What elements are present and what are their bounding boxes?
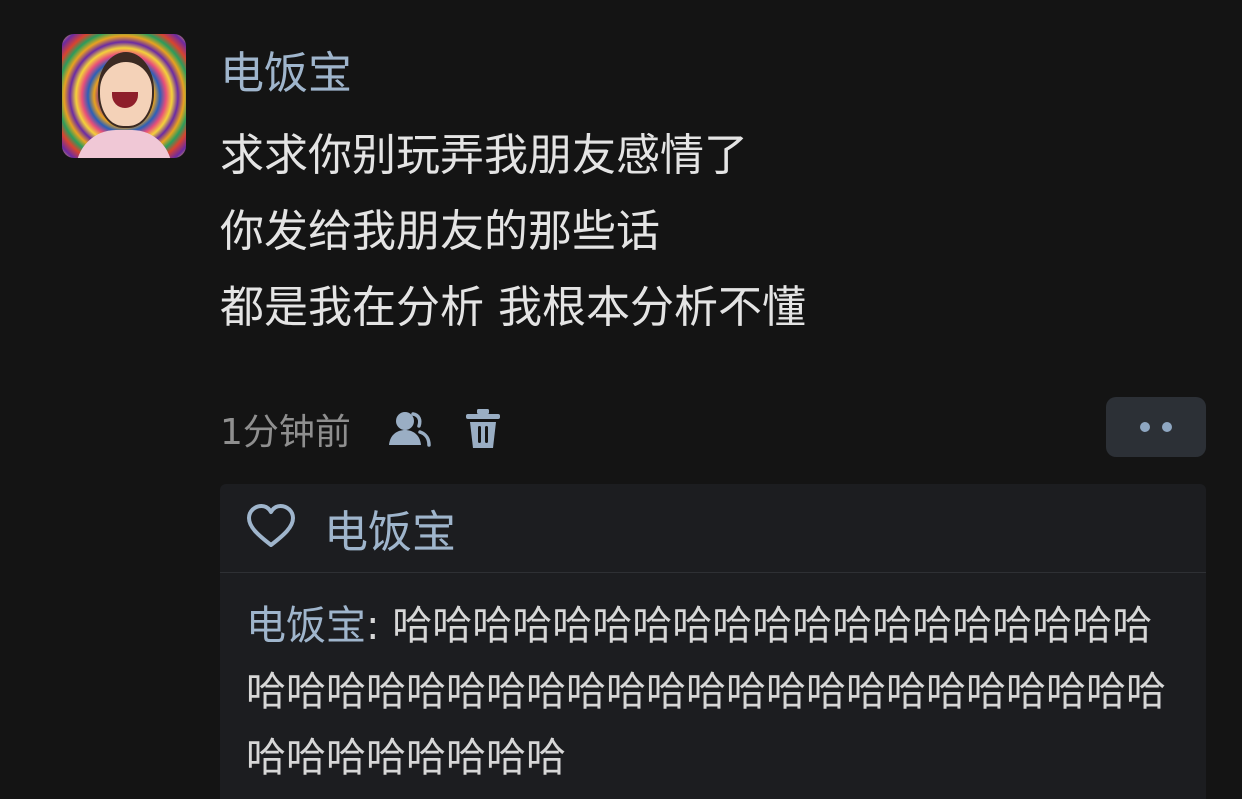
trash-icon[interactable] <box>457 404 509 454</box>
more-dots-icon[interactable] <box>1106 397 1206 457</box>
comment-author[interactable]: 电饭宝 <box>246 603 366 649</box>
heart-icon <box>246 504 296 552</box>
post-timestamp: 1分钟前 <box>220 412 351 453</box>
likes-comments-panel: 电饭宝 电饭宝: 哈哈哈哈哈哈哈哈哈哈哈哈哈哈哈哈哈哈哈哈哈哈哈哈哈哈哈哈哈哈哈… <box>220 484 1206 799</box>
post-username[interactable]: 电饭宝 <box>220 46 352 102</box>
post-line: 都是我在分析 我根本分析不懂 <box>220 282 806 333</box>
more-dot <box>1140 422 1150 432</box>
liker-name[interactable]: 电饭宝 <box>324 496 456 560</box>
more-dot <box>1162 422 1172 432</box>
people-icon[interactable] <box>383 404 435 454</box>
comment-item[interactable]: 电饭宝: 哈哈哈哈哈哈哈哈哈哈哈哈哈哈哈哈哈哈哈哈哈哈哈哈哈哈哈哈哈哈哈哈哈哈哈… <box>220 573 1206 791</box>
post-meta: 1分钟前 <box>220 404 509 454</box>
avatar[interactable] <box>62 34 186 158</box>
post-line: 求求你别玩弄我朋友感情了 <box>220 130 748 181</box>
likes-row: 电饭宝 <box>220 484 1206 573</box>
comment-separator: : <box>366 603 393 649</box>
post-body: 求求你别玩弄我朋友感情了 你发给我朋友的那些话 都是我在分析 我根本分析不懂 <box>220 118 806 346</box>
post-line: 你发给我朋友的那些话 <box>220 206 660 257</box>
avatar-robe <box>76 130 172 158</box>
moment-post: 电饭宝 求求你别玩弄我朋友感情了 你发给我朋友的那些话 都是我在分析 我根本分析… <box>0 0 1242 799</box>
avatar-face <box>98 52 154 128</box>
